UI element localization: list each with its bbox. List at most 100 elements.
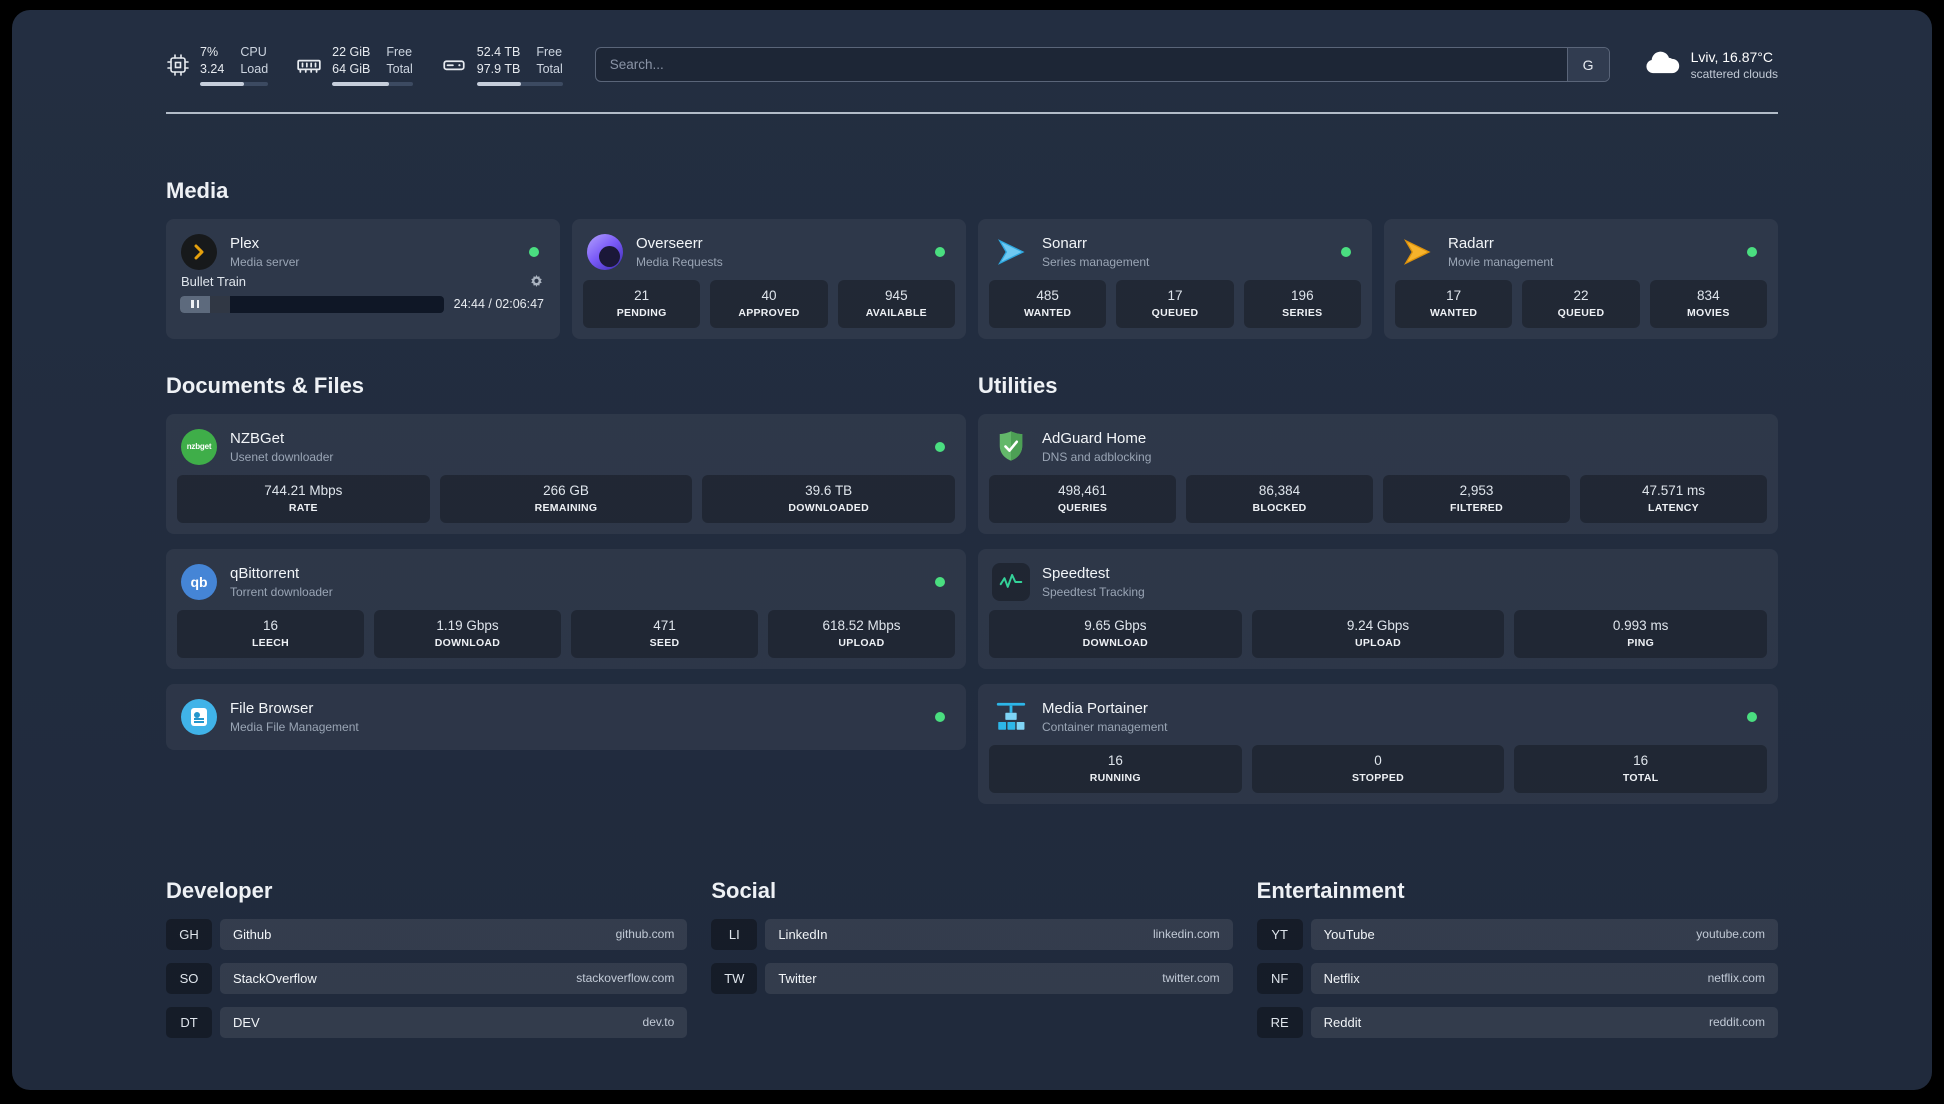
bookmark-twitter[interactable]: TW Twitter twitter.com: [711, 962, 1233, 994]
plex-icon: [180, 233, 218, 271]
section-title-social: Social: [711, 877, 777, 903]
service-link-qbittorrent[interactable]: qb qBittorrent Torrent downloader: [177, 560, 955, 610]
service-card-nzbget: nzbget NZBGet Usenet downloader 744.21 M…: [166, 413, 966, 534]
topbar: 7% CPU 3.24 Load 22 GiB Free 64 GiB Tota…: [166, 44, 1778, 86]
pause-button[interactable]: [180, 295, 210, 313]
bookmark-name: StackOverflow: [233, 970, 317, 986]
cpu-widget: 7% CPU 3.24 Load: [166, 44, 269, 86]
memory-bar: [332, 81, 413, 86]
filebrowser-icon: [180, 698, 218, 736]
service-name: File Browser: [230, 699, 314, 717]
bookmark-url: stackoverflow.com: [576, 971, 675, 986]
status-dot: [935, 246, 945, 257]
bookmark-url: github.com: [615, 927, 675, 942]
service-card-filebrowser: File Browser Media File Management: [166, 683, 966, 750]
search-input[interactable]: [595, 48, 1567, 82]
qbittorrent-icon: qb: [180, 563, 218, 601]
service-card-adguard: AdGuard Home DNS and adblocking 498,461 …: [978, 413, 1778, 534]
memory-free-label: Free: [386, 45, 413, 59]
bookmark-abbr: DT: [166, 1006, 212, 1038]
bookmark-abbr: SO: [166, 962, 212, 994]
bookmark-name: Reddit: [1323, 1014, 1362, 1030]
section-title-developer: Developer: [166, 877, 273, 903]
stat-leech: 16 LEECH: [177, 609, 364, 658]
bookmark-abbr: TW: [711, 962, 758, 994]
portainer-icon: [992, 698, 1030, 736]
section-title-entertainment: Entertainment: [1256, 877, 1405, 903]
stat-movies: 834 MOVIES: [1649, 279, 1767, 328]
cpu-icon: [166, 53, 190, 77]
service-link-filebrowser[interactable]: File Browser Media File Management: [177, 695, 955, 739]
service-link-portainer[interactable]: Media Portainer Container management: [989, 695, 1767, 745]
bookmark-url: linkedin.com: [1152, 927, 1220, 942]
service-card-plex: Plex Media server Bullet Train 24:44 / 0…: [166, 218, 560, 339]
service-card-overseerr: Overseerr Media Requests 21 PENDING 40 A…: [572, 218, 966, 339]
status-dot: [1747, 711, 1757, 722]
stat-approved: 40 APPROVED: [710, 279, 828, 328]
stat-seed: 471 SEED: [571, 609, 758, 658]
service-link-plex[interactable]: Plex Media server: [177, 230, 549, 274]
weather-location: Lviv, 16.87°C: [1690, 48, 1773, 65]
bookmark-reddit[interactable]: RE Reddit reddit.com: [1256, 1006, 1778, 1038]
bookmark-netflix[interactable]: NF Netflix netflix.com: [1256, 962, 1778, 994]
status-dot: [935, 711, 945, 722]
service-name: Media Portainer: [1042, 699, 1148, 717]
status-dot: [1341, 246, 1351, 257]
nzbget-icon: nzbget: [180, 428, 218, 466]
section-entertainment: Entertainment YT YouTube youtube.com NF …: [1256, 877, 1778, 1051]
memory-free-value: 22 GiB: [332, 45, 371, 59]
adguard-icon: [992, 428, 1030, 466]
bookmark-github[interactable]: GH Github github.com: [166, 918, 688, 950]
stat-filtered: 2,953 FILTERED: [1383, 474, 1570, 523]
bookmark-stackoverflow[interactable]: SO StackOverflow stackoverflow.com: [166, 962, 688, 994]
service-link-nzbget[interactable]: nzbget NZBGet Usenet downloader: [177, 425, 955, 475]
settings-gear-icon[interactable]: [529, 274, 544, 289]
disk-total-label: Total: [536, 61, 563, 76]
bookmark-dev[interactable]: DT DEV dev.to: [166, 1006, 688, 1038]
status-dot: [529, 246, 539, 257]
service-name: AdGuard Home: [1042, 429, 1147, 447]
section-title-media: Media: [166, 177, 229, 203]
bookmark-youtube[interactable]: YT YouTube youtube.com: [1256, 918, 1778, 950]
radarr-icon: [1398, 233, 1436, 271]
stat-download: 1.19 Gbps DOWNLOAD: [374, 609, 561, 658]
service-subtitle: Media Requests: [636, 254, 723, 269]
stat-rate: 744.21 Mbps RATE: [177, 474, 430, 523]
cpu-load-value: 3.24: [200, 61, 225, 76]
bookmark-abbr: RE: [1256, 1006, 1303, 1038]
stat-downloaded: 39.6 TB DOWNLOADED: [702, 474, 956, 523]
search-provider-button[interactable]: G: [1566, 48, 1609, 82]
bookmark-abbr: NF: [1256, 962, 1303, 994]
cpu-bar: [200, 81, 269, 86]
bookmark-linkedin[interactable]: LI LinkedIn linkedin.com: [711, 918, 1233, 950]
bookmark-url: dev.to: [642, 1015, 675, 1030]
bookmark-url: netflix.com: [1707, 971, 1765, 986]
disk-free-value: 52.4 TB: [476, 45, 521, 59]
disk-total-value: 97.9 TB: [476, 61, 521, 76]
service-link-sonarr[interactable]: Sonarr Series management: [989, 230, 1361, 280]
stat-wanted: 485 WANTED: [989, 279, 1107, 328]
section-social: Social LI LinkedIn linkedin.com TW Twitt…: [711, 877, 1233, 1007]
bookmark-url: youtube.com: [1696, 927, 1765, 942]
plex-now-playing: Bullet Train 24:44 / 02:06:47: [177, 274, 549, 315]
section-title-utilities: Utilities: [978, 372, 1058, 398]
stat-running: 16 RUNNING: [989, 744, 1242, 793]
bookmark-abbr: YT: [1256, 918, 1303, 950]
service-link-radarr[interactable]: Radarr Movie management: [1395, 230, 1767, 280]
memory-total-value: 64 GiB: [332, 61, 371, 76]
service-link-adguard[interactable]: AdGuard Home DNS and adblocking: [989, 425, 1767, 475]
service-card-sonarr: Sonarr Series management 485 WANTED 17 Q…: [978, 218, 1372, 339]
playback-progress-bar[interactable]: [180, 295, 444, 313]
disk-bar: [476, 81, 563, 86]
service-link-speedtest[interactable]: Speedtest Speedtest Tracking: [989, 560, 1767, 610]
memory-widget: 22 GiB Free 64 GiB Total: [296, 44, 413, 86]
service-name: Radarr: [1448, 234, 1494, 252]
service-card-radarr: Radarr Movie management 17 WANTED 22 QUE…: [1384, 218, 1778, 339]
bookmark-abbr: GH: [166, 918, 212, 950]
service-link-overseerr[interactable]: Overseerr Media Requests: [583, 230, 955, 280]
service-card-portainer: Media Portainer Container management 16 …: [978, 683, 1778, 804]
disk-icon: [441, 52, 467, 78]
stat-pending: 21 PENDING: [583, 279, 701, 328]
memory-icon: [296, 52, 322, 78]
stat-wanted: 17 WANTED: [1395, 279, 1513, 328]
